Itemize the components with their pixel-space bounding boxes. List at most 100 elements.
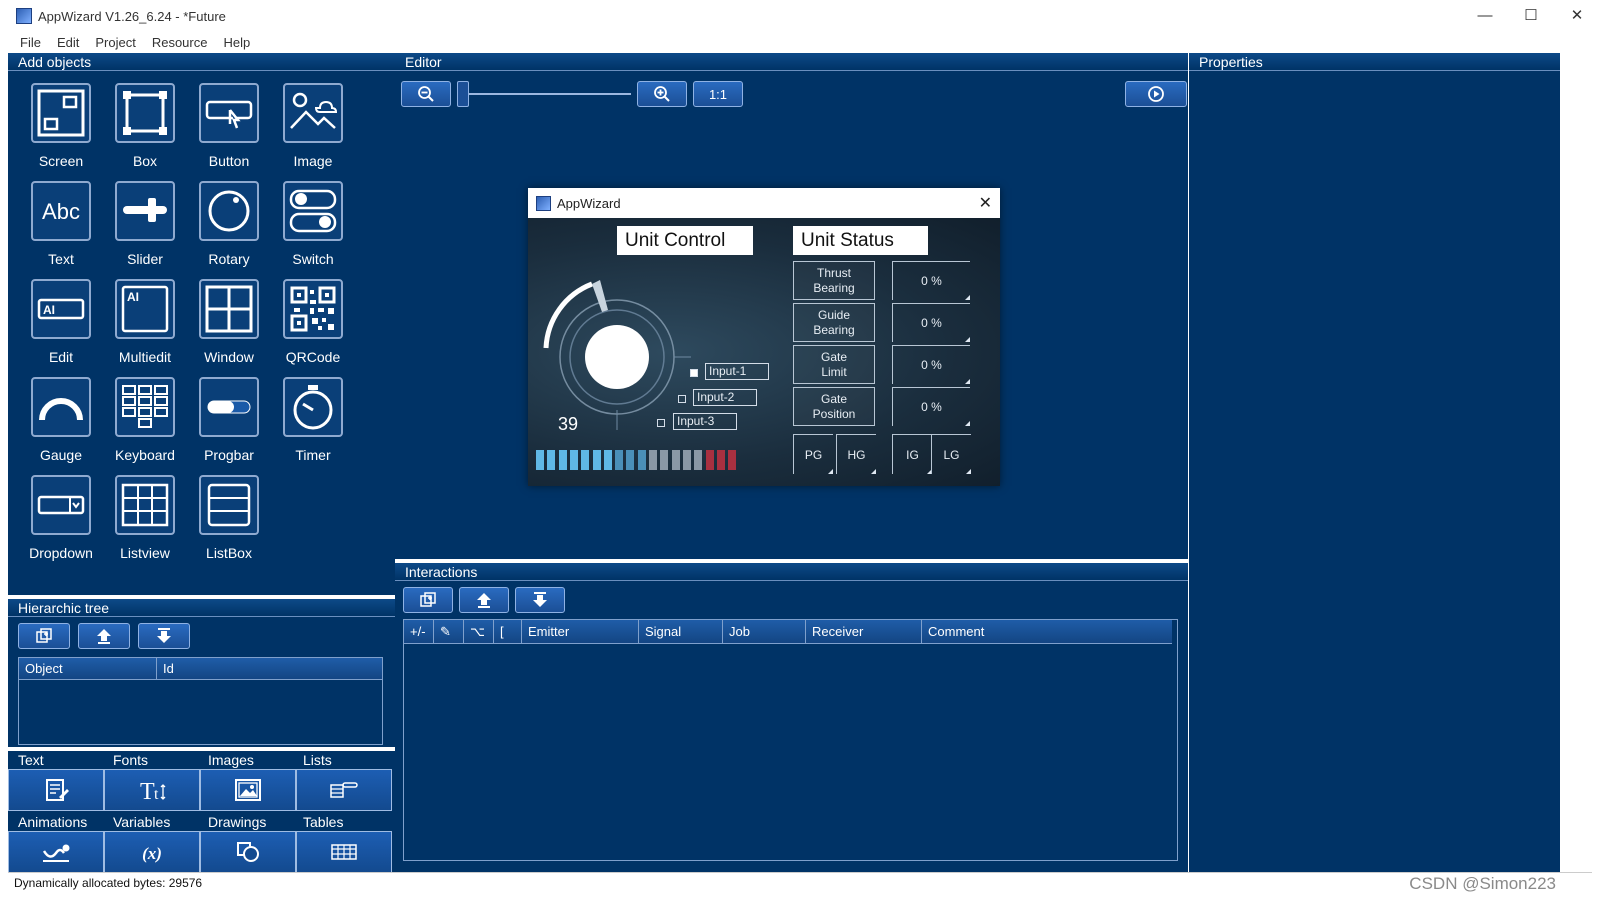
maximize-button[interactable]: ☐ — [1508, 0, 1554, 30]
animations-resource-button[interactable] — [8, 831, 104, 873]
svg-text:AI: AI — [43, 303, 55, 317]
input-2-field[interactable]: Input-2 — [693, 389, 757, 406]
column-object[interactable]: Object — [19, 658, 157, 679]
column-job[interactable]: Job — [723, 620, 806, 643]
status-gate-position-value: 0 % — [892, 387, 970, 426]
object-text[interactable]: Abc Text — [18, 181, 104, 279]
object-label: Text — [48, 251, 74, 267]
zoom-slider[interactable] — [457, 81, 631, 107]
list-icon — [330, 782, 358, 798]
zoom-slider-handle[interactable] — [457, 81, 469, 107]
move-down-button[interactable] — [138, 623, 190, 649]
object-dropdown[interactable]: Dropdown — [18, 475, 104, 573]
arrow-down-icon — [533, 592, 547, 607]
arrow-down-icon — [157, 628, 171, 643]
resource-label-fonts: Fonts — [113, 752, 149, 768]
object-box[interactable]: Box — [102, 83, 188, 181]
minimize-button[interactable]: — — [1462, 0, 1508, 30]
status-bar: Dynamically allocated bytes: 29576 — [8, 872, 1592, 892]
input-3-field[interactable]: Input-3 — [673, 413, 737, 430]
menu-help[interactable]: Help — [223, 35, 250, 50]
level-bar-segment — [705, 450, 714, 470]
resources-panel: Text Fonts Images Lists Tt Animations Va… — [8, 747, 398, 892]
interaction-move-down-button[interactable] — [515, 587, 565, 613]
object-image[interactable]: Image — [270, 83, 356, 181]
column-receiver[interactable]: Receiver — [806, 620, 922, 643]
column-signal[interactable]: Signal — [639, 620, 723, 643]
add-objects-header: Add objects — [8, 53, 398, 71]
column-comment[interactable]: Comment — [922, 620, 1172, 643]
object-label: Screen — [38, 153, 84, 169]
timer-icon — [293, 385, 333, 430]
column-edit[interactable]: ✎ — [434, 620, 464, 643]
interaction-duplicate-button[interactable] — [403, 587, 453, 613]
hierarchy-table[interactable]: Object Id — [18, 657, 383, 745]
input-1-field[interactable]: Input-1 — [705, 363, 769, 380]
menu-file[interactable]: File — [20, 35, 41, 50]
level-bar-segment — [536, 450, 544, 470]
properties-panel: Properties — [1189, 53, 1561, 873]
drawings-resource-button[interactable] — [200, 831, 296, 873]
appwizard-preview-window[interactable]: AppWizard ✕ Unit Control Unit Status 39 … — [528, 188, 1000, 486]
zoom-1to1-button[interactable]: 1:1 — [693, 81, 743, 107]
indicator-hg: HG — [836, 434, 876, 474]
object-multiedit[interactable]: AI Multiedit — [102, 279, 188, 377]
object-listview[interactable]: Listview — [102, 475, 188, 573]
object-screen[interactable]: Screen — [18, 83, 104, 181]
object-keyboard[interactable]: Keyboard — [102, 377, 188, 475]
svg-text:T: T — [140, 779, 155, 803]
column-condition[interactable]: ⌥ — [464, 620, 494, 643]
dropdown-icon — [37, 495, 85, 515]
tables-resource-button[interactable] — [296, 831, 392, 873]
arrow-up-icon — [97, 629, 111, 644]
input-1-checkbox[interactable] — [690, 369, 698, 377]
object-rotary[interactable]: Rotary — [186, 181, 272, 279]
input-2-checkbox[interactable] — [678, 395, 686, 403]
font-icon: Tt — [140, 779, 166, 803]
close-button[interactable]: ✕ — [1554, 0, 1600, 30]
column-add-remove[interactable]: +/- — [404, 620, 434, 643]
listbox-icon — [207, 483, 251, 527]
fonts-resource-button[interactable]: Tt — [104, 769, 200, 811]
images-resource-button[interactable] — [200, 769, 296, 811]
text-resource-button[interactable] — [8, 769, 104, 811]
level-bar-segment — [637, 450, 646, 470]
resource-label-images: Images — [208, 752, 254, 768]
object-window[interactable]: Window — [186, 279, 272, 377]
object-edit[interactable]: AI Edit — [18, 279, 104, 377]
level-bar-segment — [592, 450, 601, 470]
play-button[interactable] — [1125, 81, 1187, 107]
zoom-out-button[interactable] — [401, 81, 451, 107]
multiedit-icon: AI — [121, 285, 169, 333]
rotary-icon — [208, 190, 250, 232]
input-3-checkbox[interactable] — [657, 419, 665, 427]
column-emitter[interactable]: Emitter — [522, 620, 639, 643]
menu-resource[interactable]: Resource — [152, 35, 208, 50]
object-label: Edit — [48, 349, 74, 365]
object-timer[interactable]: Timer — [270, 377, 356, 475]
zoom-in-button[interactable] — [637, 81, 687, 107]
level-bar-segment — [728, 450, 737, 470]
menu-edit[interactable]: Edit — [57, 35, 79, 50]
interactions-header: Interactions — [395, 563, 1188, 581]
move-up-button[interactable] — [78, 623, 130, 649]
variables-resource-button[interactable]: (x) — [104, 831, 200, 873]
hierarchic-tree-panel: Hierarchic tree Object Id — [8, 595, 398, 747]
duplicate-button[interactable] — [18, 623, 70, 649]
column-bracket[interactable]: [ — [494, 620, 522, 643]
object-slider[interactable]: Slider — [102, 181, 188, 279]
menu-project[interactable]: Project — [95, 35, 135, 50]
object-listbox[interactable]: ListBox — [186, 475, 272, 573]
interactions-table[interactable]: +/- ✎ ⌥ [ Emitter Signal Job Receiver Co… — [403, 619, 1178, 861]
lists-resource-button[interactable] — [296, 769, 392, 811]
object-qrcode[interactable]: QRCode — [270, 279, 356, 377]
column-id[interactable]: Id — [157, 658, 382, 679]
object-button[interactable]: Button — [186, 83, 272, 181]
interaction-move-up-button[interactable] — [459, 587, 509, 613]
preview-close-button[interactable]: ✕ — [979, 193, 992, 213]
object-progbar[interactable]: Progbar — [186, 377, 272, 475]
status-thrust-bearing-value: 0 % — [892, 261, 970, 300]
object-gauge[interactable]: Gauge — [18, 377, 104, 475]
object-switch[interactable]: Switch — [270, 181, 356, 279]
slider-icon — [123, 198, 167, 222]
